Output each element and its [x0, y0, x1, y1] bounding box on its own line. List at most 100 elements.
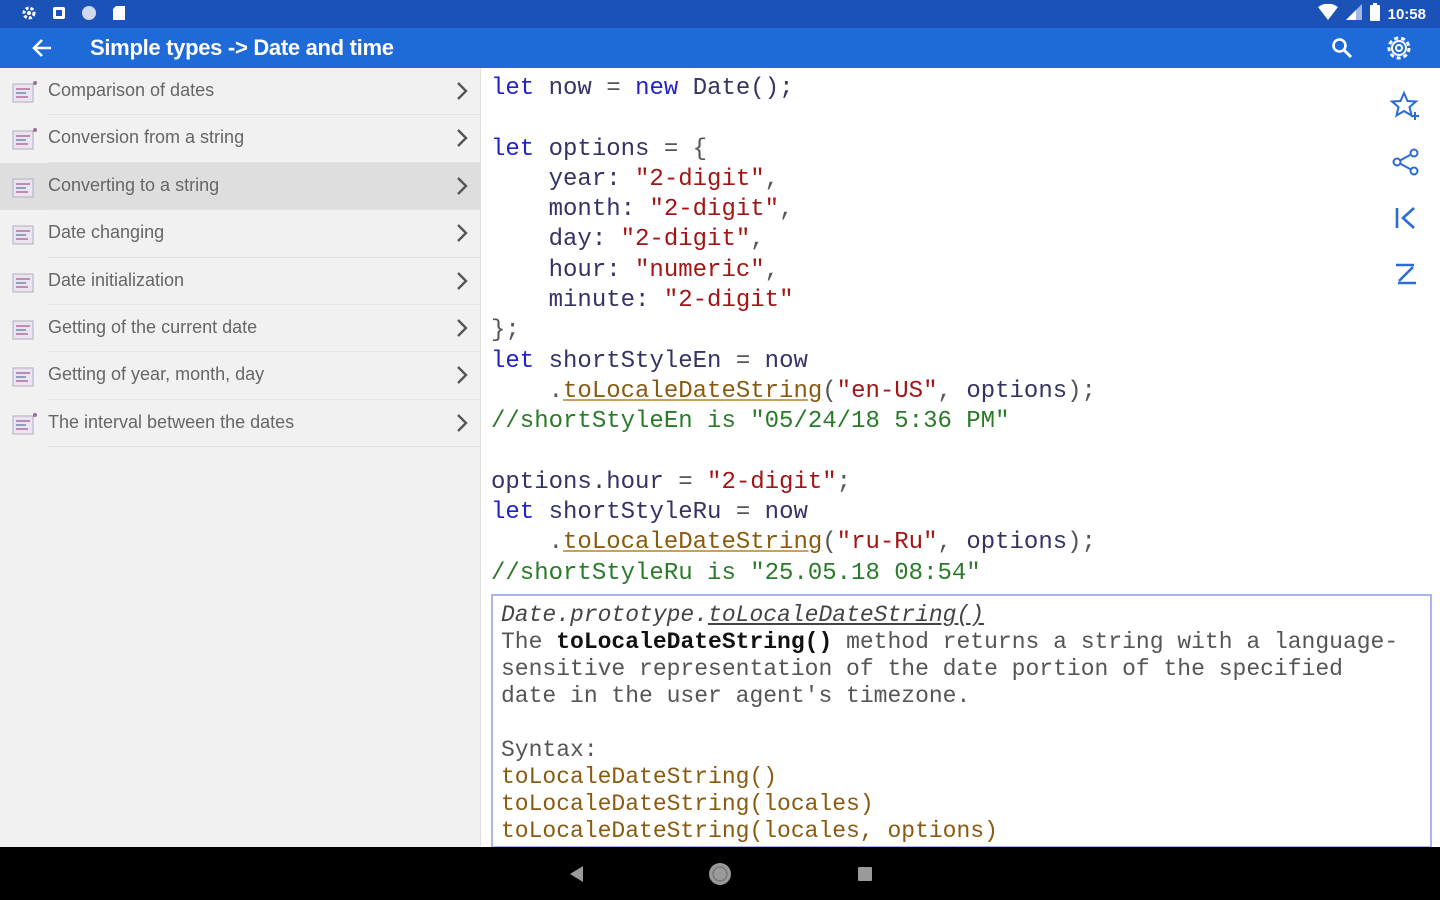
- doc-syntax-line: toLocaleDateString(): [501, 764, 778, 790]
- documentation-panel[interactable]: Date.prototype.toLocaleDateString() The …: [491, 594, 1432, 848]
- code-file-icon: [12, 127, 38, 151]
- code-token: Date();: [692, 75, 794, 102]
- sidebar-item-date-changing[interactable]: Date changing: [0, 210, 480, 258]
- doc-text-part: method returns a string with a language-: [832, 629, 1399, 655]
- code-block: let now = new Date(); let options = { ye…: [491, 75, 1096, 587]
- code-token: "ru-Ru": [836, 529, 938, 557]
- home-circle-icon: [709, 863, 731, 885]
- sidebar: Comparison of dates Conversion from a st…: [0, 68, 481, 847]
- chevron-right-icon: [457, 319, 468, 337]
- chevron-right-icon: [457, 224, 468, 243]
- sidebar-item-label: Getting of the current date: [48, 316, 258, 337]
- status-bar: 10:58: [0, 0, 1440, 28]
- doc-signature-method[interactable]: toLocaleDateString(): [708, 602, 984, 628]
- code-token: month:: [548, 196, 636, 224]
- code-method-link[interactable]: toLocaleDateString: [563, 378, 822, 405]
- code-file-icon: [12, 412, 38, 436]
- share-icon: [1392, 148, 1419, 176]
- nav-home-button[interactable]: [707, 861, 733, 887]
- chevron-right-icon: [457, 413, 468, 432]
- star-plus-icon: [1390, 90, 1419, 120]
- code-file-icon: [12, 364, 38, 388]
- sd-card-icon: [110, 4, 128, 22]
- battery-icon: [1369, 3, 1380, 25]
- search-button[interactable]: [1326, 32, 1358, 64]
- notification-icon: [50, 4, 68, 22]
- chevron-right-icon: [457, 176, 468, 195]
- code-token: options: [966, 529, 1068, 557]
- sidebar-item-the-interval-between-the-dates[interactable]: The interval between the dates: [0, 400, 480, 448]
- code-token: shortStyleEn: [548, 347, 722, 375]
- status-left-icons: [20, 4, 128, 22]
- system-nav-bar: [0, 847, 1440, 900]
- last-page-icon: [1396, 263, 1416, 285]
- code-file-icon: [12, 270, 38, 294]
- code-token: options: [548, 135, 650, 163]
- code-token: let: [491, 135, 535, 163]
- code-token: now: [548, 75, 592, 102]
- doc-method-name: toLocaleDateString(): [556, 629, 833, 655]
- code-token: options.hour: [491, 468, 664, 496]
- sidebar-item-label: Converting to a string: [48, 174, 220, 195]
- code-token: "2-digit": [649, 196, 780, 224]
- code-file-icon: [12, 175, 38, 199]
- sidebar-item-comparison-of-dates[interactable]: Comparison of dates: [0, 68, 480, 116]
- nav-back-button[interactable]: [563, 861, 589, 887]
- sidebar-item-getting-of-year-month-day[interactable]: Getting of year, month, day: [0, 352, 480, 400]
- back-triangle-icon: [570, 866, 583, 882]
- clock-time: 10:58: [1387, 5, 1426, 23]
- chevron-right-icon: [457, 82, 468, 100]
- code-token: "2-digit": [663, 287, 794, 315]
- signal-icon: [1345, 4, 1362, 24]
- doc-syntax-label: Syntax:: [501, 737, 598, 763]
- doc-syntax-line: toLocaleDateString(locales, options): [501, 818, 998, 844]
- doc-text-part: date in the user agent's timezone.: [501, 683, 971, 709]
- app-bar: Simple types -> Date and time: [0, 28, 1440, 68]
- code-token: now: [764, 347, 808, 375]
- code-method-link[interactable]: toLocaleDateString: [563, 529, 822, 556]
- sidebar-item-label: Getting of year, month, day: [48, 364, 265, 385]
- code-token: new: [635, 75, 679, 102]
- status-right: 10:58: [1317, 3, 1426, 25]
- code-comment: //shortStyleRu is "25.05.18 08:54": [491, 559, 981, 587]
- divider: [48, 446, 480, 448]
- doc-signature: Date.prototype.toLocaleDateString(): [501, 602, 984, 628]
- doc-text-part: The: [501, 629, 557, 655]
- sidebar-item-label: The interval between the dates: [48, 411, 295, 432]
- sidebar-item-label: Conversion from a string: [48, 127, 245, 148]
- sidebar-item-label: Date changing: [48, 222, 165, 243]
- doc-text-part: sensitive representation of the date por…: [501, 656, 1343, 682]
- settings-button[interactable]: [1382, 31, 1416, 65]
- circle-icon: [80, 4, 98, 22]
- nav-recents-button[interactable]: [852, 861, 878, 887]
- code-token: "numeric": [635, 256, 765, 284]
- first-page-button[interactable]: [1384, 190, 1428, 246]
- code-comment: //shortStyleEn is "05/24/18 5:36 PM": [491, 408, 1010, 436]
- page-title: Simple types -> Date and time: [90, 35, 394, 60]
- sidebar-item-label: Comparison of dates: [48, 80, 215, 100]
- last-page-button[interactable]: [1384, 246, 1428, 302]
- code-token: day:: [548, 226, 607, 254]
- settings-icon: [20, 4, 38, 22]
- gear-icon: [1387, 36, 1411, 60]
- code-token: shortStyleRu: [548, 499, 722, 527]
- chevron-right-icon: [457, 271, 468, 290]
- code-token: now: [764, 499, 808, 527]
- back-button[interactable]: [26, 32, 58, 64]
- search-icon: [1332, 38, 1353, 59]
- chevron-right-icon: [457, 366, 468, 385]
- share-button[interactable]: [1384, 134, 1428, 190]
- doc-signature-prefix: Date.prototype.: [501, 602, 709, 628]
- sidebar-item-converting-to-a-string[interactable]: Converting to a string: [0, 162, 480, 211]
- chevron-right-icon: [457, 129, 468, 148]
- favorite-button[interactable]: [1384, 78, 1428, 134]
- first-page-icon: [1395, 207, 1415, 229]
- code-file-icon: [12, 317, 38, 341]
- code-token: "2-digit": [635, 165, 765, 193]
- sidebar-item-date-initialization[interactable]: Date initialization: [0, 258, 480, 305]
- sidebar-item-label: Date initialization: [48, 269, 185, 290]
- sidebar-item-conversion-from-a-string[interactable]: Conversion from a string: [0, 115, 480, 163]
- sidebar-item-getting-of-the-current-date[interactable]: Getting of the current date: [0, 305, 480, 353]
- code-token: let: [491, 499, 535, 527]
- recents-square-icon: [858, 867, 872, 881]
